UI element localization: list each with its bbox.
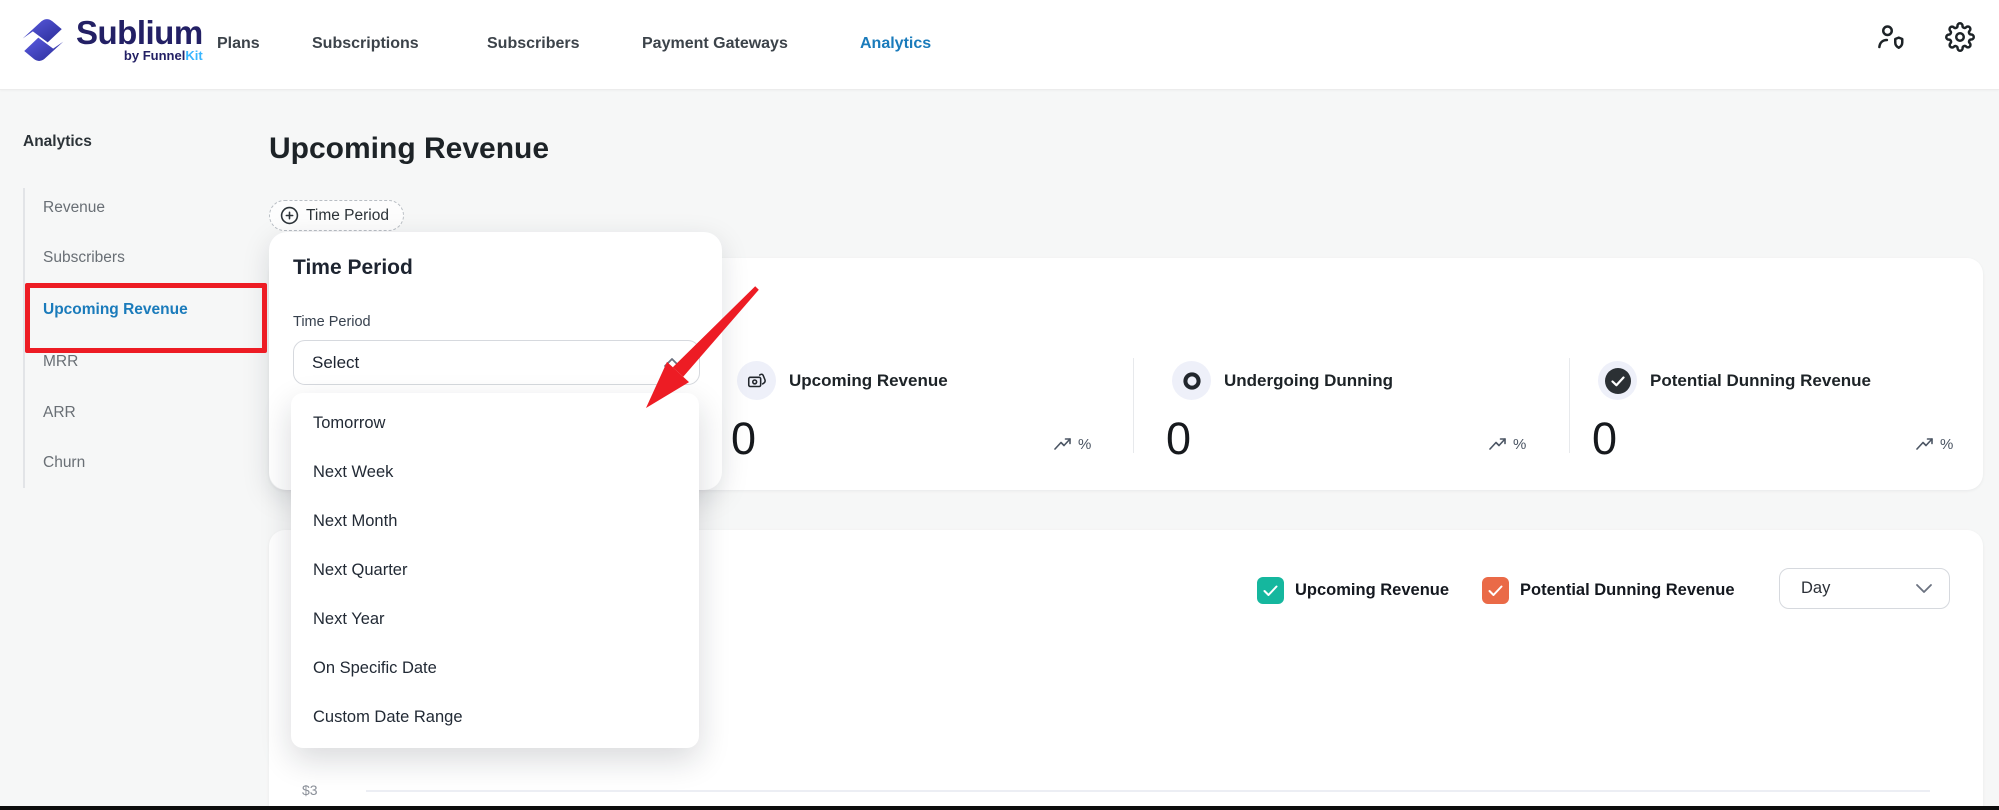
app-window: Sublium by FunnelKit Plans Subscriptions… [0,0,1999,810]
brand-name: Sublium [76,14,203,52]
chevron-up-icon [664,358,680,367]
nav-subscribers[interactable]: Subscribers [487,25,579,63]
stat-divider [1569,358,1570,453]
user-shield-icon[interactable] [1872,19,1908,55]
sidebar-item-upcoming-revenue[interactable]: Upcoming Revenue [43,301,243,319]
option-next-month[interactable]: Next Month [291,497,699,546]
legend-item-upcoming-revenue: Upcoming Revenue [1257,577,1449,604]
plus-circle-icon [280,206,299,225]
sidebar-item-mrr[interactable]: MRR [43,353,243,371]
sidebar-item-subscribers[interactable]: Subscribers [43,249,243,267]
sidebar-item-revenue[interactable]: Revenue [43,199,243,217]
legend-label: Potential Dunning Revenue [1520,581,1735,599]
legend-item-potential-dunning-revenue: Potential Dunning Revenue [1482,577,1735,604]
nav-plans[interactable]: Plans [217,25,260,63]
option-next-quarter[interactable]: Next Quarter [291,546,699,595]
screenshot-bottom-border [0,806,1999,810]
option-tomorrow[interactable]: Tomorrow [291,399,699,448]
sublium-logo-icon [22,19,64,61]
trend-up-icon [1054,438,1071,450]
trend-up-icon [1916,438,1933,450]
check-icon [1263,585,1278,596]
brand-byline: by FunnelKit [123,48,203,64]
stat-value: 0 [731,413,757,464]
sidebar-heading: Analytics [23,133,92,150]
cash-hand-icon [737,361,776,400]
legend-checkbox-upcoming-revenue[interactable] [1257,577,1284,604]
time-period-field-label: Time Period [293,314,371,330]
panel-heading: Time Period [293,256,413,279]
top-navbar: Sublium by FunnelKit Plans Subscriptions… [0,0,1999,90]
option-next-year[interactable]: Next Year [291,595,699,644]
stat-value: 0 [1166,413,1192,464]
legend-checkbox-potential-dunning-revenue[interactable] [1482,577,1509,604]
option-custom-date-range[interactable]: Custom Date Range [291,693,699,742]
option-on-specific-date[interactable]: On Specific Date [291,644,699,693]
trend-up-icon [1489,438,1506,450]
chart-gridline [366,790,1930,792]
time-period-filter-chip[interactable]: Time Period [269,200,404,231]
ring-icon [1172,361,1211,400]
nav-payment-gateways[interactable]: Payment Gateways [642,25,788,63]
sidebar-item-churn[interactable]: Churn [43,454,243,472]
page-title: Upcoming Revenue [269,132,550,165]
granularity-select[interactable]: Day [1779,568,1950,609]
time-period-select-value: Select [312,352,360,372]
option-next-week[interactable]: Next Week [291,448,699,497]
stat-label: Undergoing Dunning [1224,371,1394,390]
brand-logo[interactable]: Sublium by FunnelKit [18,14,203,66]
stat-trend: % [1916,436,1953,453]
check-icon [1488,585,1503,596]
y-axis-tick: $3 [302,782,318,798]
nav-subscriptions[interactable]: Subscriptions [312,25,419,63]
chevron-down-icon [1916,584,1932,593]
time-period-select[interactable]: Select [293,340,700,385]
stat-value: 0 [1592,413,1618,464]
time-period-options-dropdown: Tomorrow Next Week Next Month Next Quart… [291,393,699,748]
legend-label: Upcoming Revenue [1295,581,1450,599]
granularity-value: Day [1801,579,1831,597]
sidebar-rail [23,188,25,488]
stat-trend: % [1489,436,1526,453]
gear-icon[interactable] [1942,19,1978,55]
filter-chip-label: Time Period [306,206,389,224]
stat-divider [1133,358,1134,453]
stat-label: Potential Dunning Revenue [1650,371,1872,390]
sidebar-item-arr[interactable]: ARR [43,404,243,422]
nav-analytics[interactable]: Analytics [860,25,931,63]
stat-label: Upcoming Revenue [789,371,948,390]
check-circle-icon [1598,361,1637,400]
stat-trend: % [1054,436,1091,453]
